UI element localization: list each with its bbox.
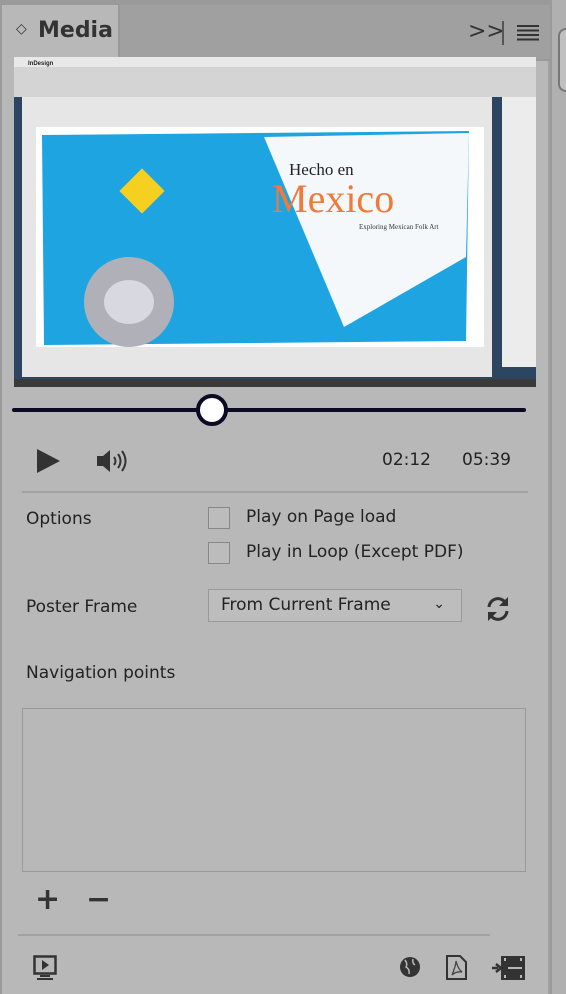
- preview-monitor-icon[interactable]: [33, 955, 59, 981]
- playback-slider[interactable]: [12, 394, 526, 426]
- panel-header: ◇ Media >>: [2, 5, 550, 61]
- play-in-loop-label[interactable]: Play in Loop (Except PDF): [246, 542, 463, 562]
- current-time: 02:12: [382, 450, 431, 470]
- refresh-icon[interactable]: [484, 595, 512, 623]
- preview-app-name: InDesign: [28, 61, 54, 67]
- divider: [502, 21, 504, 45]
- chevron-updown-icon[interactable]: ◇: [16, 21, 27, 37]
- preview-frame: InDesign Hecho en Mexico Exploring Mexic…: [14, 57, 536, 387]
- chevron-down-icon: ⌄: [433, 596, 445, 612]
- play-in-loop-checkbox[interactable]: [208, 542, 230, 564]
- preview-headline-large: Mexico: [272, 176, 394, 221]
- panel-title: Media: [38, 18, 113, 43]
- divider: [22, 491, 528, 493]
- double-chevron-right-icon[interactable]: >>: [468, 19, 505, 44]
- speaker-icon[interactable]: [96, 447, 132, 475]
- tab-media[interactable]: ◇ Media: [2, 5, 120, 61]
- add-navigation-point-button[interactable]: +: [35, 882, 60, 917]
- navigation-points-label: Navigation points: [26, 663, 176, 683]
- play-icon[interactable]: [36, 448, 62, 474]
- play-on-load-checkbox[interactable]: [208, 507, 230, 529]
- scrollbar[interactable]: [552, 0, 566, 994]
- globe-icon[interactable]: [398, 955, 422, 979]
- pdf-icon[interactable]: [446, 955, 468, 981]
- poster-frame-select[interactable]: From Current Frame ⌄: [208, 589, 462, 622]
- options-label: Options: [26, 509, 92, 529]
- poster-frame-value: From Current Frame: [221, 595, 391, 615]
- navigation-points-list[interactable]: [22, 708, 526, 872]
- play-on-load-label[interactable]: Play on Page load: [246, 507, 396, 527]
- place-video-icon[interactable]: [492, 955, 526, 981]
- preview-subtitle: Exploring Mexican Folk Art: [359, 223, 439, 231]
- remove-navigation-point-button[interactable]: −: [86, 882, 111, 917]
- duration: 05:39: [462, 450, 511, 470]
- hamburger-menu-icon[interactable]: [517, 25, 539, 41]
- divider: [18, 934, 490, 936]
- poster-frame-label: Poster Frame: [26, 597, 138, 617]
- video-preview: InDesign Hecho en Mexico Exploring Mexic…: [14, 57, 536, 387]
